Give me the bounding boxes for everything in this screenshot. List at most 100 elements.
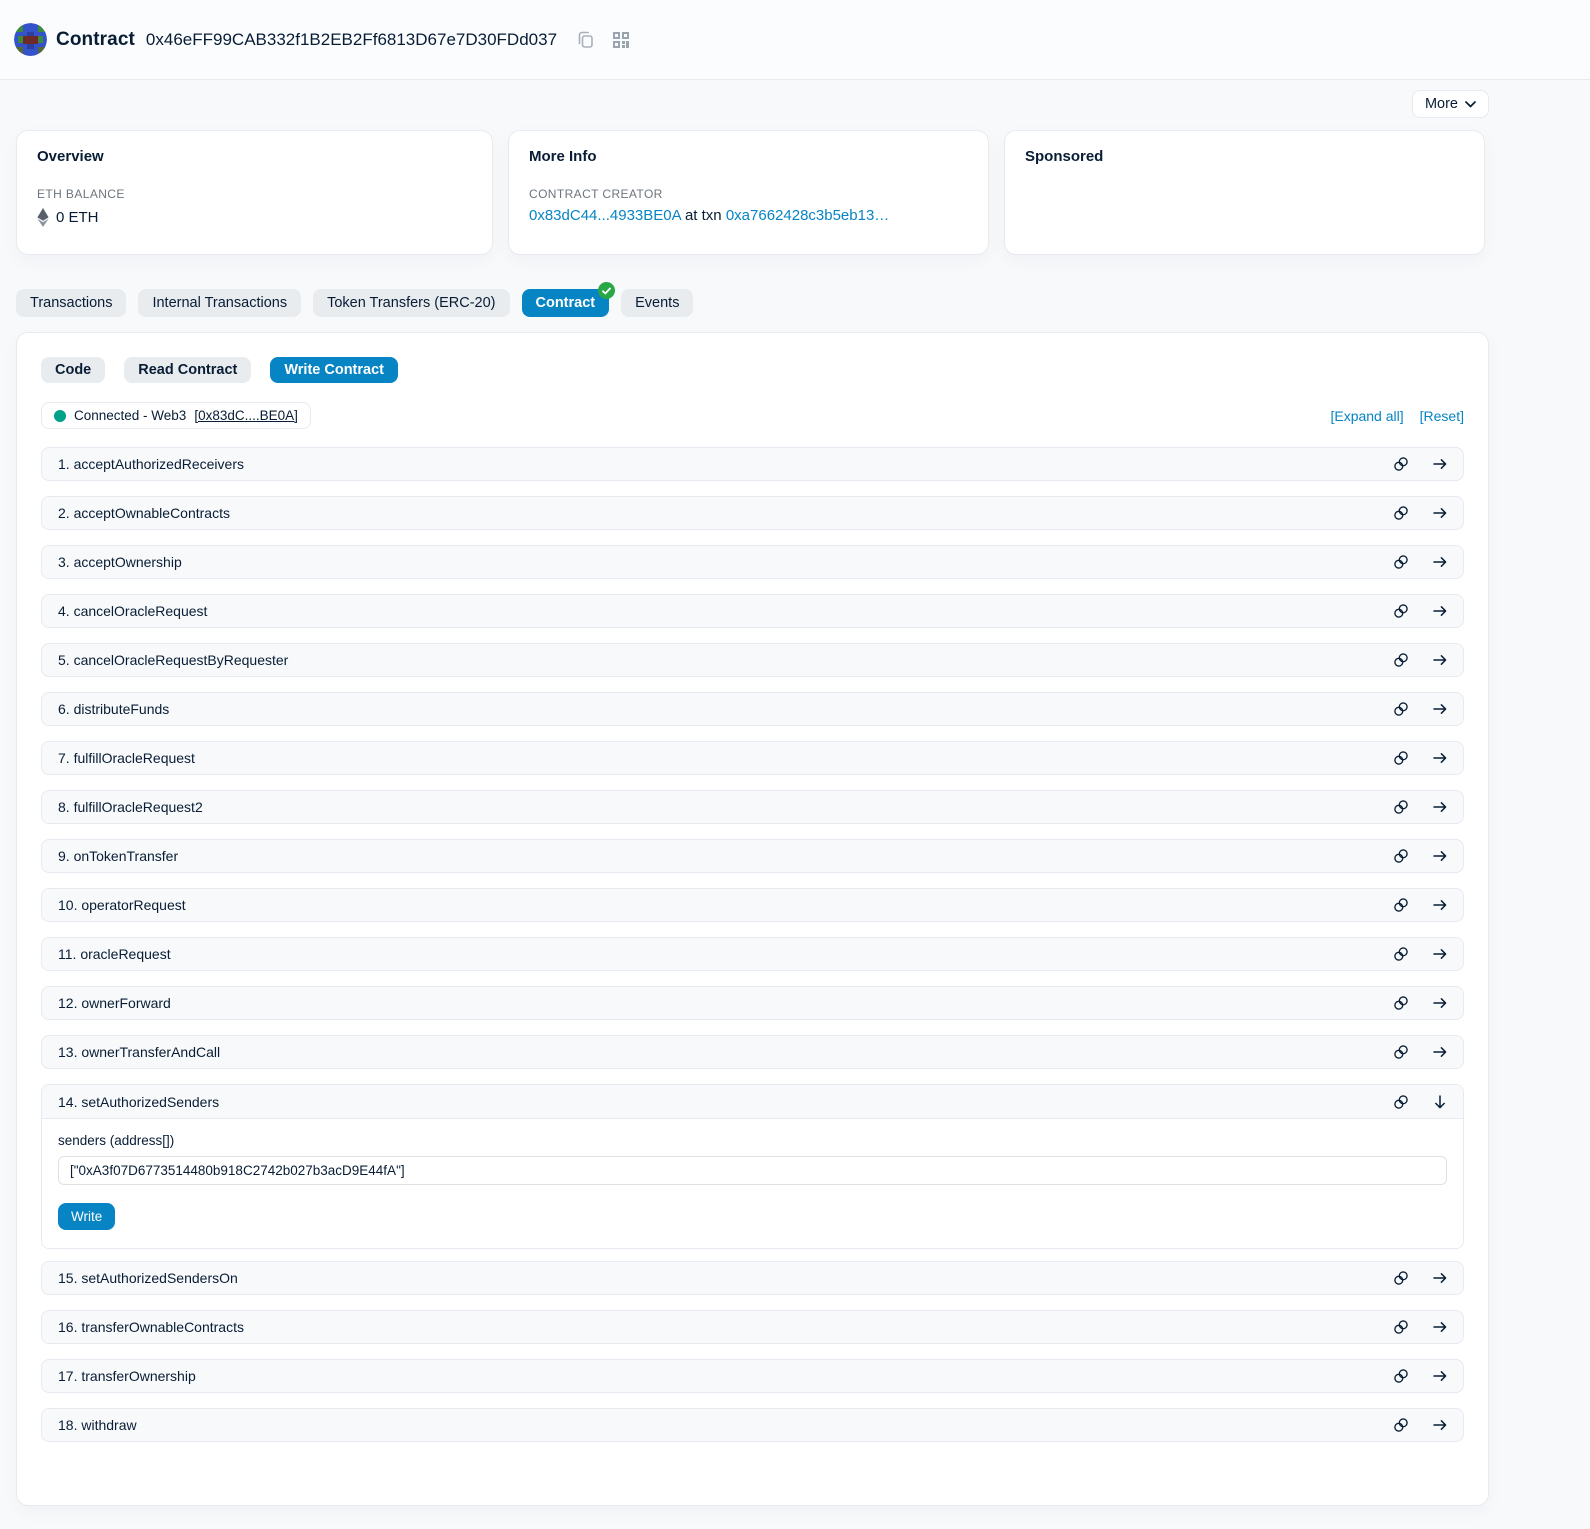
copy-address-icon[interactable] <box>576 30 595 49</box>
permalink-icon[interactable] <box>1393 603 1409 619</box>
arrow-right-icon[interactable] <box>1432 652 1448 668</box>
tab-transactions[interactable]: Transactions <box>16 289 126 317</box>
permalink-icon[interactable] <box>1393 701 1409 717</box>
function-row-label: 17. transferOwnership <box>58 1368 196 1384</box>
arrow-right-icon[interactable] <box>1432 603 1448 619</box>
permalink-icon[interactable] <box>1393 1094 1409 1110</box>
creator-txn-link[interactable]: 0xa7662428c3b5eb13… <box>726 207 889 224</box>
function-row-label: 9. onTokenTransfer <box>58 848 178 864</box>
function-row-label: 10. operatorRequest <box>58 897 186 913</box>
arrow-right-icon[interactable] <box>1432 848 1448 864</box>
permalink-icon[interactable] <box>1393 1270 1409 1286</box>
permalink-icon[interactable] <box>1393 848 1409 864</box>
permalink-icon[interactable] <box>1393 799 1409 815</box>
permalink-icon[interactable] <box>1393 554 1409 570</box>
main-tab-bar: Transactions Internal Transactions Token… <box>16 289 1506 317</box>
arrow-right-icon[interactable] <box>1432 505 1448 521</box>
function-row[interactable]: 17. transferOwnership <box>41 1359 1464 1393</box>
permalink-icon[interactable] <box>1393 1044 1409 1060</box>
function-row[interactable]: 8. fulfillOracleRequest2 <box>41 790 1464 824</box>
function-row-label: 4. cancelOracleRequest <box>58 603 207 619</box>
arrow-right-icon[interactable] <box>1432 1368 1448 1384</box>
function-row[interactable]: 4. cancelOracleRequest <box>41 594 1464 628</box>
subtab-write-contract[interactable]: Write Contract <box>270 357 398 383</box>
creator-address-link[interactable]: 0x83dC44...4933BE0A <box>529 207 681 224</box>
write-button[interactable]: Write <box>58 1203 115 1230</box>
arrow-right-icon[interactable] <box>1432 1319 1448 1335</box>
function-row[interactable]: 3. acceptOwnership <box>41 545 1464 579</box>
function-row[interactable]: 10. operatorRequest <box>41 888 1464 922</box>
function-row[interactable]: 16. transferOwnableContracts <box>41 1310 1464 1344</box>
senders-input[interactable] <box>58 1156 1447 1185</box>
permalink-icon[interactable] <box>1393 1368 1409 1384</box>
tab-token-transfers[interactable]: Token Transfers (ERC-20) <box>313 289 509 317</box>
function-row-label: 2. acceptOwnableContracts <box>58 505 230 521</box>
function-row-label: 6. distributeFunds <box>58 701 169 717</box>
expand-all-link[interactable]: [Expand all] <box>1330 408 1403 424</box>
arrow-down-icon[interactable] <box>1432 1094 1448 1110</box>
subtab-code[interactable]: Code <box>41 357 105 383</box>
contract-panel: Code Read Contract Write Contract Connec… <box>16 332 1489 1506</box>
connected-status-text: Connected - Web3 <box>74 408 186 423</box>
function-row[interactable]: 7. fulfillOracleRequest <box>41 741 1464 775</box>
function-row[interactable]: 12. ownerForward <box>41 986 1464 1020</box>
wallet-connection-status[interactable]: Connected - Web3 [0x83dC....BE0A] <box>41 402 311 429</box>
function-row[interactable]: 14. setAuthorizedSenders <box>42 1085 1463 1119</box>
function-row-label: 11. oracleRequest <box>58 946 171 962</box>
tab-events[interactable]: Events <box>621 289 693 317</box>
function-row-label: 5. cancelOracleRequestByRequester <box>58 652 288 668</box>
more-dropdown-button[interactable]: More <box>1412 90 1489 118</box>
arrow-right-icon[interactable] <box>1432 897 1448 913</box>
function-row[interactable]: 13. ownerTransferAndCall <box>41 1035 1464 1069</box>
senders-field-label: senders (address[]) <box>58 1133 1447 1148</box>
tab-contract[interactable]: Contract <box>522 289 610 317</box>
subtab-read-contract[interactable]: Read Contract <box>124 357 251 383</box>
function-row-label: 7. fulfillOracleRequest <box>58 750 195 766</box>
arrow-right-icon[interactable] <box>1432 799 1448 815</box>
function-row[interactable]: 18. withdraw <box>41 1408 1464 1442</box>
arrow-right-icon[interactable] <box>1432 701 1448 717</box>
permalink-icon[interactable] <box>1393 946 1409 962</box>
arrow-right-icon[interactable] <box>1432 995 1448 1011</box>
function-row[interactable]: 2. acceptOwnableContracts <box>41 496 1464 530</box>
top-header-bar: Contract 0x46eFF99CAB332f1B2EB2Ff6813D67… <box>0 0 1590 80</box>
arrow-right-icon[interactable] <box>1432 1417 1448 1433</box>
permalink-icon[interactable] <box>1393 750 1409 766</box>
arrow-right-icon[interactable] <box>1432 554 1448 570</box>
function-row[interactable]: 15. setAuthorizedSendersOn <box>41 1261 1464 1295</box>
connected-wallet-link[interactable]: [0x83dC....BE0A] <box>194 408 298 423</box>
qr-code-icon[interactable] <box>612 31 630 49</box>
permalink-icon[interactable] <box>1393 456 1409 472</box>
function-row-label: 15. setAuthorizedSendersOn <box>58 1270 238 1286</box>
more-button-label: More <box>1425 96 1458 112</box>
permalink-icon[interactable] <box>1393 995 1409 1011</box>
permalink-icon[interactable] <box>1393 652 1409 668</box>
arrow-right-icon[interactable] <box>1432 1044 1448 1060</box>
overview-card: Overview ETH BALANCE 0 ETH <box>16 130 493 255</box>
overview-title: Overview <box>37 148 472 165</box>
function-row-label: 16. transferOwnableContracts <box>58 1319 244 1335</box>
function-row[interactable]: 11. oracleRequest <box>41 937 1464 971</box>
arrow-right-icon[interactable] <box>1432 750 1448 766</box>
permalink-icon[interactable] <box>1393 897 1409 913</box>
arrow-right-icon[interactable] <box>1432 1270 1448 1286</box>
function-row[interactable]: 6. distributeFunds <box>41 692 1464 726</box>
function-row-label: 18. withdraw <box>58 1417 137 1433</box>
permalink-icon[interactable] <box>1393 1319 1409 1335</box>
arrow-right-icon[interactable] <box>1432 946 1448 962</box>
creator-at-txn-text: at txn <box>681 207 726 224</box>
more-info-card: More Info CONTRACT CREATOR 0x83dC44...49… <box>508 130 989 255</box>
more-info-title: More Info <box>529 148 968 165</box>
permalink-icon[interactable] <box>1393 1417 1409 1433</box>
reset-link[interactable]: [Reset] <box>1420 408 1464 424</box>
function-row[interactable]: 9. onTokenTransfer <box>41 839 1464 873</box>
function-row[interactable]: 5. cancelOracleRequestByRequester <box>41 643 1464 677</box>
tab-internal-transactions[interactable]: Internal Transactions <box>138 289 301 317</box>
function-row[interactable]: 1. acceptAuthorizedReceivers <box>41 447 1464 481</box>
page-content: More Overview ETH BALANCE 0 ETH More Inf… <box>0 90 1506 1506</box>
connected-status-dot <box>54 410 66 422</box>
permalink-icon[interactable] <box>1393 505 1409 521</box>
function-list: 1. acceptAuthorizedReceivers 2. acceptOw… <box>41 447 1464 1442</box>
ethereum-icon <box>37 208 49 227</box>
arrow-right-icon[interactable] <box>1432 456 1448 472</box>
